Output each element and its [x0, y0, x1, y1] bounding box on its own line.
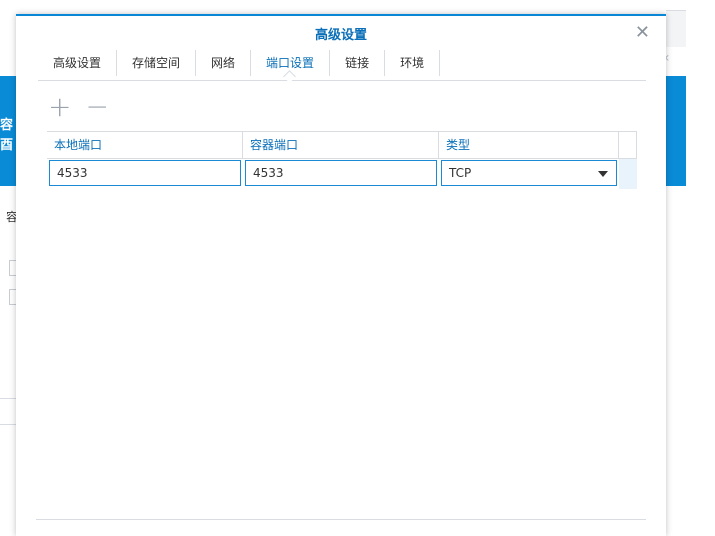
type-select[interactable]: TCP — [441, 160, 617, 186]
tab-environment[interactable]: 环境 — [385, 50, 441, 76]
background-banner-char: 容 — [0, 118, 14, 133]
tab-storage[interactable]: 存储空间 — [117, 50, 197, 76]
tab-network[interactable]: 网络 — [196, 50, 252, 76]
container-port-input[interactable]: 4533 — [245, 160, 437, 186]
dialog-title: 高级设置 — [314, 28, 367, 43]
background-divider — [0, 424, 16, 425]
tab-advanced[interactable]: 高级设置 — [38, 50, 118, 76]
close-icon[interactable]: ✕ — [635, 22, 650, 43]
plus-icon[interactable]: + — [48, 93, 71, 121]
column-header-local-port[interactable]: 本地端口 — [47, 132, 243, 158]
local-port-input[interactable]: 4533 — [49, 160, 241, 186]
table-row: 4533 4533 TCP — [47, 159, 637, 189]
dropdown-arrow-icon — [598, 171, 608, 177]
row-side-cell — [619, 159, 637, 189]
background-banner-left: 容 酉 — [0, 76, 16, 186]
grid-toolbar: + − — [48, 93, 109, 121]
background-divider — [0, 398, 16, 399]
tab-bar: 高级设置 存储空间 网络 端口设置 链接 环境 — [38, 50, 646, 81]
column-header-spacer — [619, 132, 637, 158]
tab-port-settings[interactable]: 端口设置 — [251, 50, 331, 76]
column-header-type[interactable]: 类型 — [439, 132, 619, 158]
grid-header: 本地端口 容器端口 类型 — [47, 131, 637, 159]
tab-links[interactable]: 链接 — [330, 50, 386, 76]
column-header-container-port[interactable]: 容器端口 — [243, 132, 439, 158]
background-banner-right — [666, 76, 686, 186]
dialog-footer-divider — [36, 519, 646, 520]
minus-icon[interactable]: − — [85, 93, 108, 121]
port-grid: 本地端口 容器端口 类型 4533 4533 TCP — [47, 131, 637, 189]
type-select-value: TCP — [449, 166, 472, 180]
background-banner-char: 酉 — [0, 138, 14, 153]
background-window-edge — [666, 10, 686, 47]
advanced-settings-dialog: 高级设置 ✕ 高级设置 存储空间 网络 端口设置 链接 环境 + − 本地端口 … — [16, 14, 666, 536]
